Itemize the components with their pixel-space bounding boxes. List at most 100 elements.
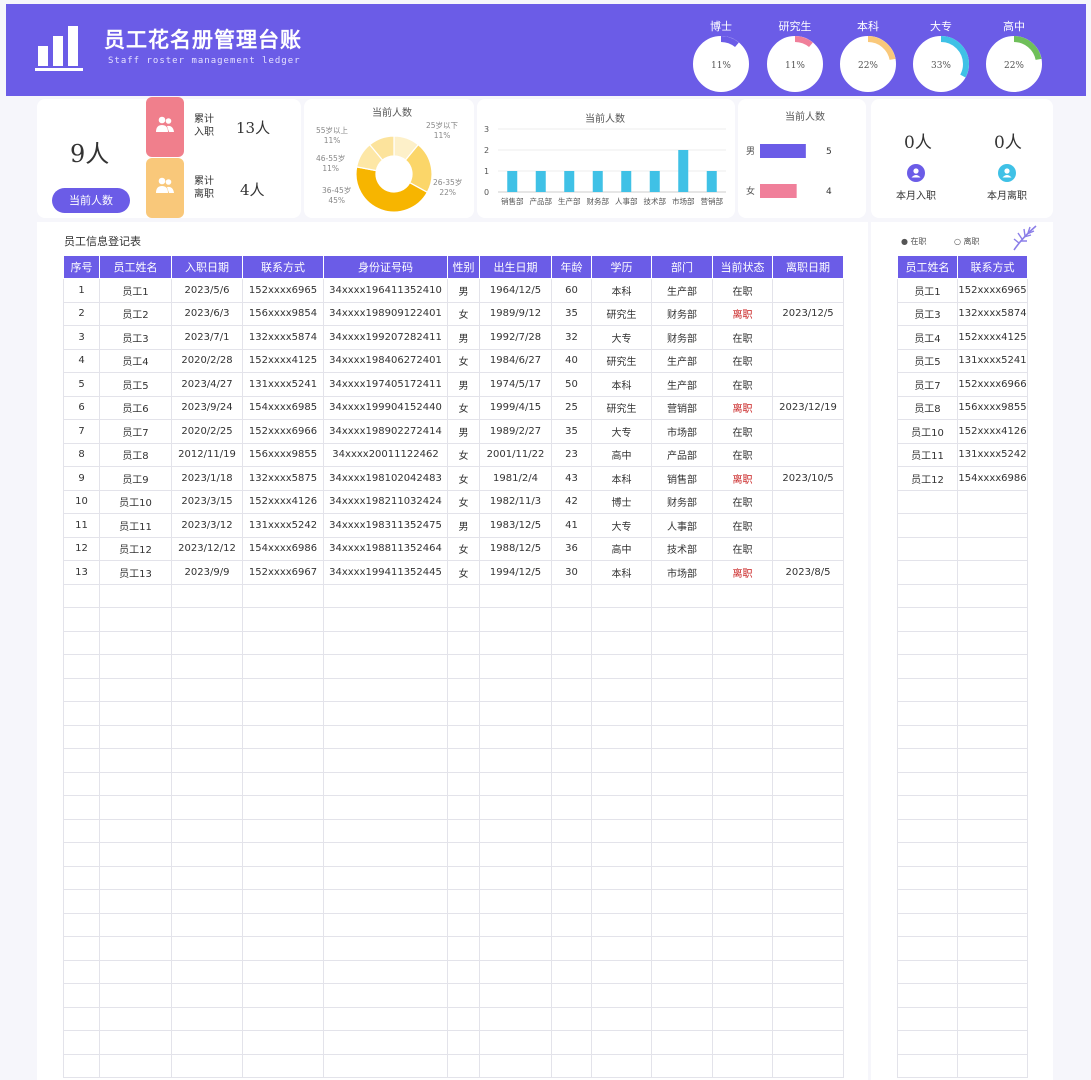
table-row[interactable]: 员工8 156xxxx9855 bbox=[897, 395, 1028, 420]
table-cell[interactable] bbox=[171, 865, 243, 890]
column-header[interactable]: 员工姓名 bbox=[897, 255, 958, 279]
table-cell[interactable] bbox=[897, 560, 958, 585]
table-cell[interactable]: 女 bbox=[447, 489, 480, 514]
table-cell[interactable] bbox=[591, 748, 652, 773]
table-cell[interactable] bbox=[171, 654, 243, 679]
current-count-button[interactable]: 当前人数 bbox=[52, 188, 130, 213]
table-cell[interactable]: 2023/12/19 bbox=[772, 395, 844, 420]
table-cell[interactable] bbox=[897, 959, 958, 984]
table-cell[interactable]: 员工13 bbox=[99, 560, 172, 585]
table-cell[interactable]: 131xxxx5241 bbox=[957, 348, 1028, 373]
table-cell[interactable] bbox=[479, 771, 552, 796]
table-cell[interactable] bbox=[447, 724, 480, 749]
table-cell[interactable]: 1981/2/4 bbox=[479, 466, 552, 491]
table-cell[interactable]: 2001/11/22 bbox=[479, 442, 552, 467]
column-header[interactable]: 出生日期 bbox=[479, 255, 552, 279]
table-cell[interactable] bbox=[651, 795, 713, 820]
table-cell[interactable] bbox=[957, 677, 1028, 702]
table-cell[interactable] bbox=[323, 630, 448, 655]
table-cell[interactable] bbox=[323, 865, 448, 890]
table-cell[interactable]: 2023/4/27 bbox=[171, 372, 243, 397]
table-cell[interactable]: 2020/2/25 bbox=[171, 419, 243, 444]
column-header[interactable]: 当前状态 bbox=[712, 255, 773, 279]
table-cell[interactable] bbox=[591, 583, 652, 608]
table-cell[interactable] bbox=[772, 442, 844, 467]
table-row[interactable] bbox=[897, 912, 1028, 937]
column-header[interactable]: 联系方式 bbox=[957, 255, 1028, 279]
table-cell[interactable] bbox=[99, 865, 172, 890]
table-row[interactable]: 员工10 152xxxx4126 bbox=[897, 419, 1028, 444]
table-cell[interactable] bbox=[63, 748, 100, 773]
table-cell[interactable]: 员工7 bbox=[99, 419, 172, 444]
table-cell[interactable] bbox=[591, 1030, 652, 1055]
table-cell[interactable] bbox=[63, 889, 100, 914]
table-row[interactable]: 员工12 154xxxx6986 bbox=[897, 466, 1028, 491]
table-row[interactable] bbox=[63, 936, 844, 961]
table-cell[interactable] bbox=[651, 818, 713, 843]
table-cell[interactable] bbox=[242, 724, 324, 749]
table-cell[interactable] bbox=[957, 889, 1028, 914]
column-header[interactable]: 入职日期 bbox=[171, 255, 243, 279]
table-cell[interactable]: 1988/12/5 bbox=[479, 536, 552, 561]
table-cell[interactable] bbox=[63, 842, 100, 867]
table-cell[interactable]: 132xxxx5874 bbox=[242, 325, 324, 350]
table-row[interactable]: 4 员工4 2020/2/28 152xxxx4125 34xxxx1984062724… bbox=[63, 348, 844, 373]
table-cell[interactable] bbox=[651, 1006, 713, 1031]
table-cell[interactable] bbox=[63, 959, 100, 984]
table-cell[interactable] bbox=[651, 701, 713, 726]
table-cell[interactable] bbox=[712, 1053, 773, 1078]
table-row[interactable] bbox=[897, 1006, 1028, 1031]
table-cell[interactable] bbox=[772, 513, 844, 538]
table-cell[interactable] bbox=[551, 983, 592, 1008]
table-cell[interactable] bbox=[897, 889, 958, 914]
table-cell[interactable] bbox=[242, 1053, 324, 1078]
table-cell[interactable] bbox=[957, 489, 1028, 514]
table-cell[interactable] bbox=[99, 795, 172, 820]
column-header[interactable]: 学历 bbox=[591, 255, 652, 279]
table-row[interactable] bbox=[897, 748, 1028, 773]
table-cell[interactable]: 男 bbox=[447, 419, 480, 444]
table-cell[interactable] bbox=[772, 865, 844, 890]
table-cell[interactable] bbox=[447, 583, 480, 608]
table-cell[interactable]: 1964/12/5 bbox=[479, 278, 552, 303]
table-cell[interactable] bbox=[712, 842, 773, 867]
table-cell[interactable] bbox=[242, 865, 324, 890]
table-cell[interactable] bbox=[772, 489, 844, 514]
table-cell[interactable] bbox=[957, 513, 1028, 538]
table-cell[interactable] bbox=[323, 607, 448, 632]
table-cell[interactable]: 6 bbox=[63, 395, 100, 420]
table-cell[interactable] bbox=[99, 912, 172, 937]
table-cell[interactable]: 1983/12/5 bbox=[479, 513, 552, 538]
table-cell[interactable] bbox=[772, 1053, 844, 1078]
table-cell[interactable] bbox=[99, 818, 172, 843]
table-cell[interactable]: 23 bbox=[551, 442, 592, 467]
table-cell[interactable]: 34xxxx198311352475 bbox=[323, 513, 448, 538]
table-cell[interactable] bbox=[242, 889, 324, 914]
table-cell[interactable]: 2020/2/28 bbox=[171, 348, 243, 373]
table-cell[interactable] bbox=[242, 842, 324, 867]
table-cell[interactable] bbox=[651, 583, 713, 608]
table-cell[interactable]: 2023/5/6 bbox=[171, 278, 243, 303]
table-cell[interactable] bbox=[551, 865, 592, 890]
table-cell[interactable] bbox=[551, 701, 592, 726]
table-cell[interactable]: 员工5 bbox=[99, 372, 172, 397]
table-cell[interactable] bbox=[772, 959, 844, 984]
table-cell[interactable] bbox=[591, 936, 652, 961]
table-cell[interactable] bbox=[551, 889, 592, 914]
table-cell[interactable] bbox=[957, 560, 1028, 585]
table-cell[interactable] bbox=[99, 1006, 172, 1031]
table-cell[interactable]: 34xxxx197405172411 bbox=[323, 372, 448, 397]
table-row[interactable] bbox=[897, 583, 1028, 608]
table-cell[interactable] bbox=[479, 1030, 552, 1055]
table-cell[interactable]: 技术部 bbox=[651, 536, 713, 561]
table-cell[interactable] bbox=[591, 771, 652, 796]
table-row[interactable] bbox=[63, 630, 844, 655]
table-row[interactable] bbox=[63, 983, 844, 1008]
table-cell[interactable]: 本科 bbox=[591, 466, 652, 491]
table-cell[interactable] bbox=[479, 748, 552, 773]
table-cell[interactable]: 本科 bbox=[591, 278, 652, 303]
table-cell[interactable]: 34xxxx199207282411 bbox=[323, 325, 448, 350]
table-cell[interactable]: 34xxxx20011122462 bbox=[323, 442, 448, 467]
table-cell[interactable]: 34xxxx199904152440 bbox=[323, 395, 448, 420]
table-cell[interactable] bbox=[957, 795, 1028, 820]
